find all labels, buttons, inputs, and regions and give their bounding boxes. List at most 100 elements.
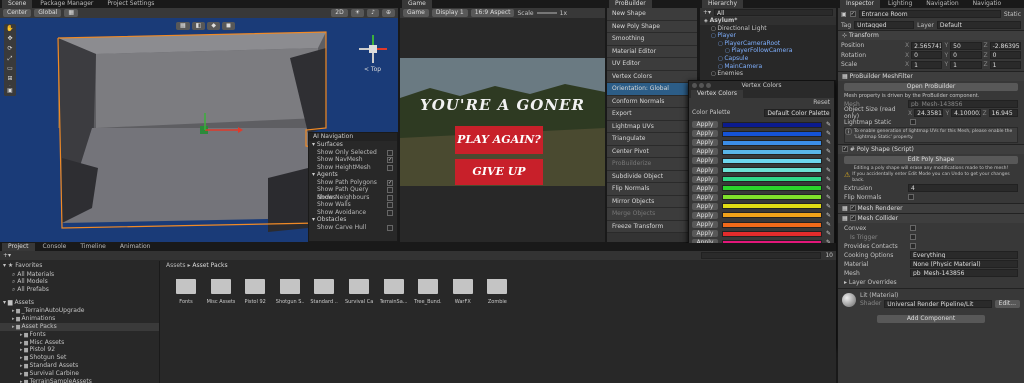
tab-project[interactable]: Project — [2, 243, 35, 251]
ai-nav-section-header[interactable]: ▾ Surfaces — [309, 141, 397, 149]
layer-dropdown[interactable]: Default — [936, 21, 1021, 29]
folder-item[interactable]: Zombie — [483, 279, 511, 305]
tab-animation[interactable]: Animation — [114, 243, 157, 251]
ai-nav-option-checkbox[interactable] — [387, 179, 393, 186]
folder-item[interactable]: Shotgun S... — [276, 279, 304, 305]
tree-folder-item[interactable]: ▸ ▆ TerrainSampleAssets — [0, 378, 159, 383]
window-min-icon[interactable] — [699, 83, 704, 88]
folder-item[interactable]: WarFX — [449, 279, 477, 305]
folder-item[interactable]: Misc Assets — [207, 279, 235, 305]
tab-timeline[interactable]: Timeline — [74, 243, 112, 251]
transform-scale-y-field[interactable]: 1 — [950, 60, 982, 69]
game-mode-dropdown[interactable]: Game — [403, 9, 429, 17]
vertex-colors-titlebar[interactable]: Vertex Colors — [689, 81, 834, 90]
polyshape-enabled-checkbox[interactable] — [842, 146, 848, 152]
mesh-collider-header[interactable]: ▦ Mesh Collider — [838, 212, 1024, 223]
color-swatch[interactable] — [722, 176, 822, 183]
vertex-mode-icon[interactable]: ◆ — [207, 22, 220, 30]
scale-tool-icon[interactable]: ⤢ — [5, 55, 15, 65]
apply-color-button[interactable]: Apply — [692, 211, 718, 219]
probuilder-menu-item[interactable]: Lightmap UVs — [607, 120, 697, 133]
meshfilter-header[interactable]: ▦ ProBuilder MeshFilter — [838, 70, 1024, 81]
rotate-tool-icon[interactable]: ⟳ — [5, 45, 15, 55]
folder-item[interactable]: TerrainSa... — [380, 279, 408, 305]
ai-nav-option-checkbox[interactable] — [387, 149, 393, 156]
color-swatch[interactable] — [722, 130, 822, 137]
tab-navigation-2[interactable]: Navigatio — [967, 0, 1008, 8]
eyedropper-icon[interactable]: ✎ — [826, 212, 831, 219]
color-swatch[interactable] — [722, 212, 822, 219]
probuilder-menu-item[interactable]: ProBuilderize — [607, 158, 697, 171]
reset-button[interactable]: Reset — [813, 99, 830, 106]
color-swatch[interactable] — [722, 121, 822, 128]
tree-folder-item[interactable]: ▸ ▆ Animations — [0, 315, 159, 323]
eyedropper-icon[interactable]: ✎ — [826, 167, 831, 174]
shader-dropdown[interactable]: Universal Render Pipeline/Lit — [884, 300, 992, 308]
tree-folder-item[interactable]: ▸ ▆ _TerrainAutoUpgrade — [0, 307, 159, 315]
apply-color-button[interactable]: Apply — [692, 184, 718, 192]
hierarchy-item[interactable]: ▢ Capsule — [700, 55, 836, 63]
color-swatch[interactable] — [722, 167, 822, 174]
tab-probuilder[interactable]: ProBuilder — [609, 0, 652, 8]
move-tool-icon[interactable]: ✥ — [5, 35, 15, 45]
breadcrumb-assets[interactable]: Assets — [166, 262, 186, 269]
breadcrumb-asset-packs[interactable]: Asset Packs — [192, 262, 227, 269]
probuilder-menu-item[interactable]: New Poly Shape — [607, 20, 697, 33]
create-asset-button[interactable]: +▾ — [3, 252, 11, 259]
probuilder-menu-item[interactable]: Smoothing — [607, 33, 697, 46]
hierarchy-search[interactable]: All — [714, 9, 833, 16]
ai-nav-option[interactable]: Show Carve Hull — [309, 224, 397, 232]
grid-button[interactable]: ▦ — [64, 9, 79, 17]
layer-overrides-foldout[interactable]: ▸ Layer Overrides — [844, 278, 1018, 288]
tab-game[interactable]: Game — [402, 0, 432, 8]
eyedropper-icon[interactable]: ✎ — [826, 221, 831, 228]
is-trigger-checkbox[interactable] — [910, 234, 916, 240]
eyedropper-icon[interactable]: ✎ — [826, 157, 831, 164]
folder-item[interactable]: Survival Ca... — [345, 279, 373, 305]
hierarchy-item[interactable]: ▢ Enemies — [700, 70, 836, 78]
apply-color-button[interactable]: Apply — [692, 221, 718, 229]
persp-label[interactable]: < Top — [364, 66, 381, 73]
color-palette-field[interactable]: Default Color Palette ( — [764, 109, 831, 117]
hierarchy-item[interactable]: ▢ Player — [700, 32, 836, 40]
ai-nav-section-header[interactable]: ▾ Agents — [309, 171, 397, 179]
shader-edit-button[interactable]: Edit... — [994, 300, 1020, 308]
probuilder-menu-item[interactable]: Conform Normals — [607, 95, 697, 108]
probuilder-menu-item[interactable]: Orientation: Global — [607, 83, 697, 96]
color-swatch[interactable] — [722, 203, 822, 210]
probuilder-menu-item[interactable]: Subdivide Object — [607, 170, 697, 183]
apply-color-button[interactable]: Apply — [692, 157, 718, 165]
hierarchy-item[interactable]: ▢ PlayerFollowCamera — [700, 47, 836, 55]
active-checkbox[interactable] — [849, 11, 856, 17]
ai-nav-option[interactable]: Show NavMesh — [309, 156, 397, 164]
probuilder-menu-item[interactable]: UV Editor — [607, 58, 697, 71]
edit-poly-shape-button[interactable]: Edit Poly Shape — [844, 155, 1018, 164]
eyedropper-icon[interactable]: ✎ — [826, 185, 831, 192]
transform-rotation-x-field[interactable]: 0 — [911, 51, 943, 60]
eyedropper-icon[interactable]: ✎ — [826, 230, 831, 237]
tag-dropdown[interactable]: Untagged — [854, 21, 915, 29]
lightmap-static-checkbox[interactable] — [910, 119, 916, 125]
probuilder-menu-item[interactable]: Mirror Objects — [607, 195, 697, 208]
probuilder-menu-item[interactable]: Flip Normals — [607, 183, 697, 196]
hierarchy-item[interactable]: ▢ PlayerCameraRoot — [700, 40, 836, 48]
apply-color-button[interactable]: Apply — [692, 148, 718, 156]
camera-icon[interactable]: ◧ — [191, 22, 206, 30]
play-again-button[interactable]: PLAY AGAIN? — [455, 126, 543, 154]
ai-nav-option[interactable]: Show Path Query Nodes — [309, 186, 397, 201]
hierarchy-item[interactable]: ▢ Directional Light — [700, 25, 836, 33]
probuilder-menu-item[interactable]: Export — [607, 108, 697, 121]
tab-navigation[interactable]: Navigation — [920, 0, 964, 8]
apply-color-button[interactable]: Apply — [692, 193, 718, 201]
lighting-toggle-icon[interactable]: ☀ — [350, 9, 365, 17]
color-swatch[interactable] — [722, 157, 822, 164]
color-swatch[interactable] — [722, 230, 822, 237]
object-name-field[interactable]: Entrance Room — [858, 10, 1001, 18]
provides-contacts-checkbox[interactable] — [910, 243, 916, 249]
add-component-button[interactable]: Add Component — [876, 315, 986, 323]
eyedropper-icon[interactable]: ✎ — [826, 130, 831, 137]
transform-position-y-field[interactable]: 50 — [950, 41, 982, 50]
probuilder-menu-item[interactable]: Center Pivot — [607, 145, 697, 158]
tab-package-manager[interactable]: Package Manager — [34, 0, 99, 8]
window-max-icon[interactable] — [706, 83, 711, 88]
